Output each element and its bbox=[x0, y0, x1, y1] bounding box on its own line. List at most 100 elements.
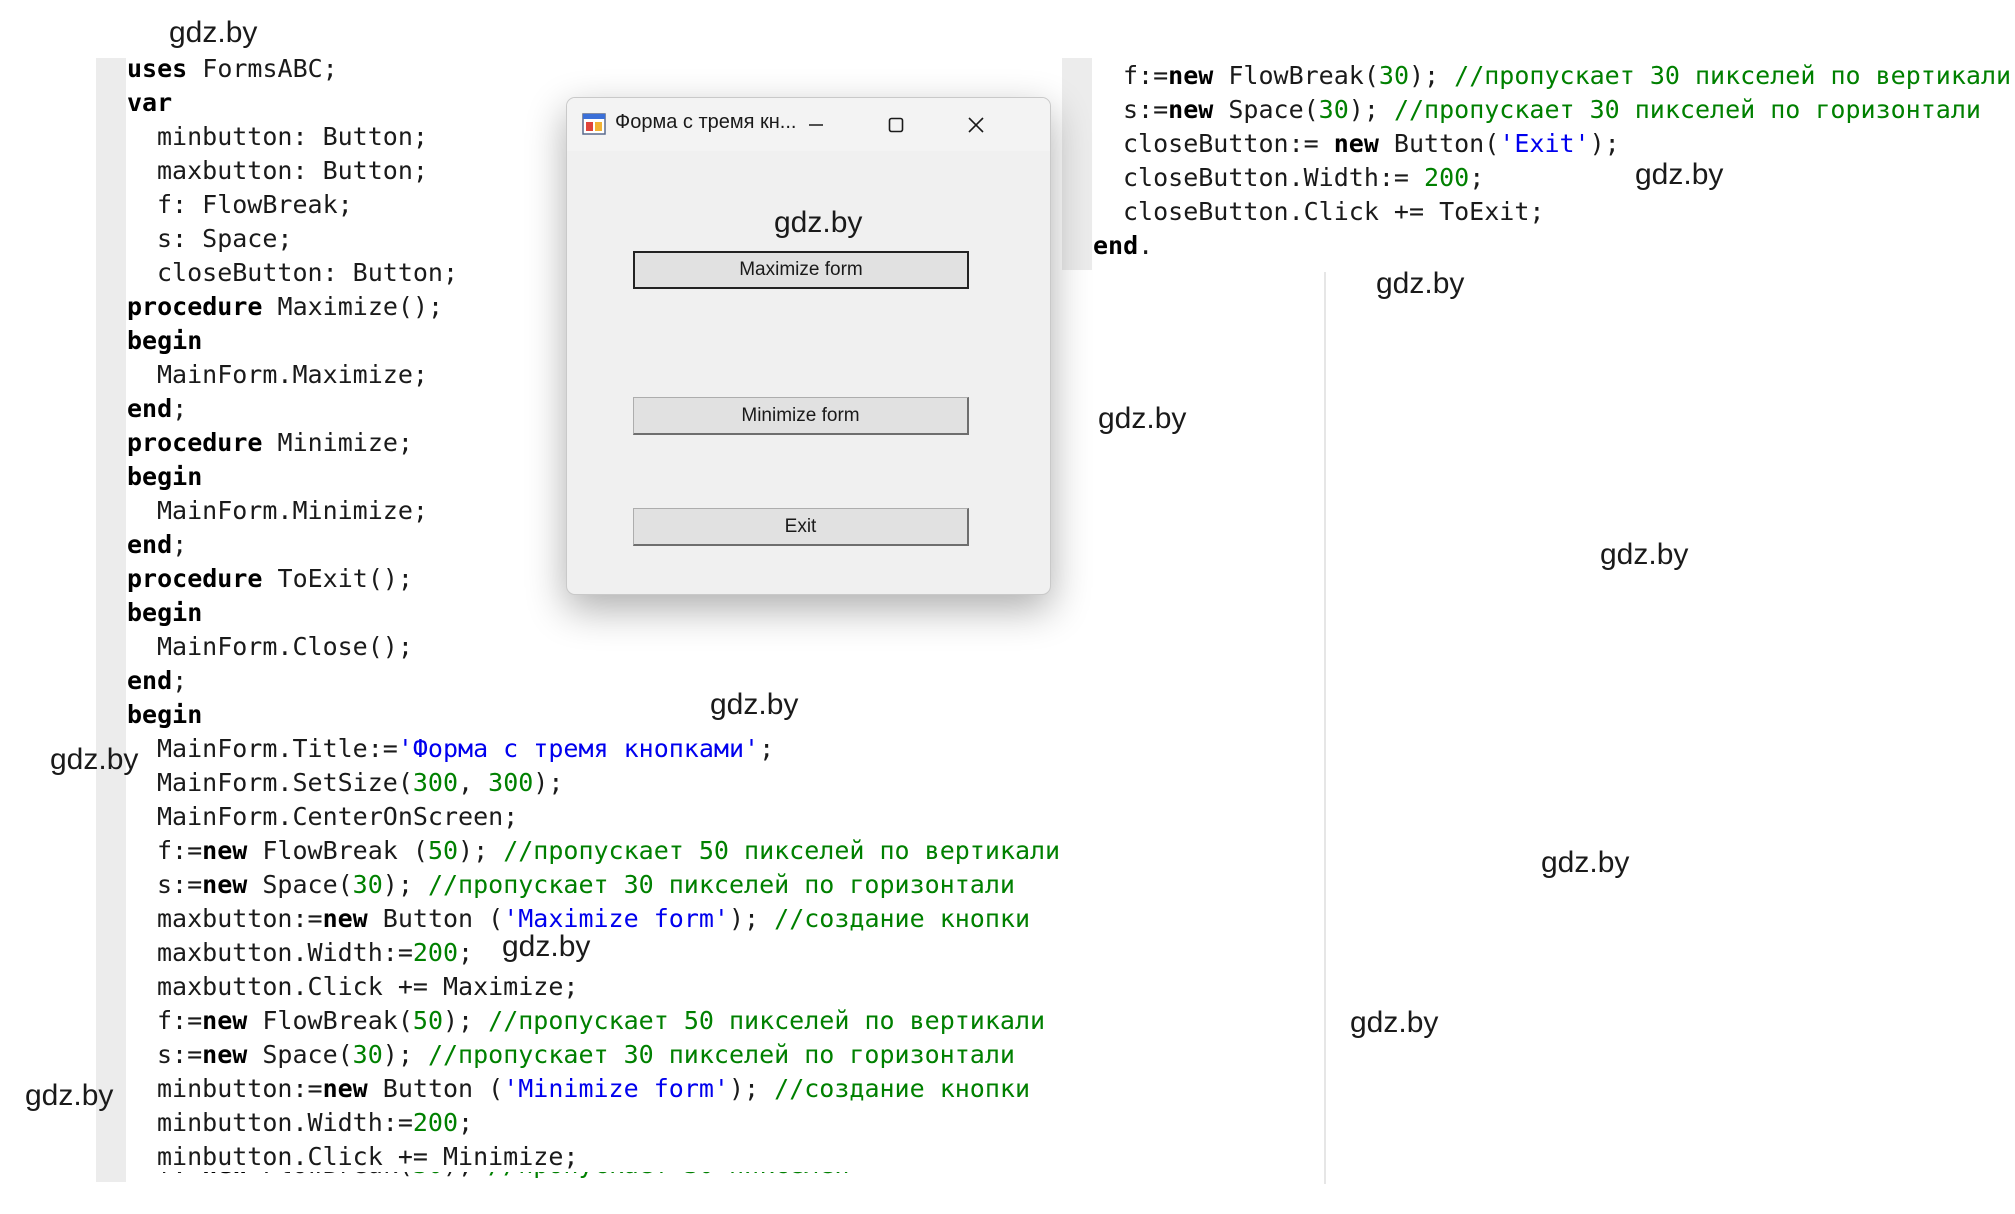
code-line: s:=new Space(30); //пропускает 30 пиксел… bbox=[127, 868, 1060, 902]
code-token: FlowBreak ( bbox=[247, 836, 428, 865]
code-token: new bbox=[202, 870, 248, 899]
code-token: s:= bbox=[157, 870, 203, 899]
code-token: new bbox=[1168, 95, 1214, 124]
code-token: Minimize; bbox=[262, 428, 413, 457]
code-token: ); bbox=[382, 870, 428, 899]
maximize-icon bbox=[888, 117, 904, 132]
code-token: closeButton.Width:= bbox=[1123, 163, 1425, 192]
minimize-window-button[interactable] bbox=[776, 98, 856, 151]
code-token: minbutton: Button; bbox=[157, 122, 428, 151]
code-token: 30 bbox=[413, 1172, 443, 1179]
code-token: //пропускает 50 пикселей по вертикали bbox=[488, 1006, 1046, 1035]
code-line: MainForm.Close(); bbox=[127, 630, 1060, 664]
code-token: minbutton.Click += Minimize; bbox=[157, 1142, 579, 1171]
code-token: end bbox=[1093, 231, 1139, 260]
code-token: ; bbox=[458, 938, 474, 967]
code-gutter-right bbox=[1062, 58, 1092, 270]
code-line: minbutton:=new Button ('Minimize form');… bbox=[127, 1072, 1060, 1106]
code-token: MainForm.CenterOnScreen; bbox=[157, 802, 519, 831]
code-token: new bbox=[202, 1172, 247, 1179]
code-token: 200 bbox=[412, 938, 459, 967]
code-token: 30 bbox=[352, 1040, 383, 1069]
code-token: begin bbox=[127, 700, 203, 729]
watermark: gdz.by bbox=[1600, 538, 1689, 571]
code-token: 'Форма с тремя кнопками' bbox=[397, 734, 760, 763]
minimize-form-button[interactable]: Minimize form bbox=[633, 397, 969, 435]
code-token: 50 bbox=[427, 836, 459, 865]
form-window: Форма с тремя кн... Maximize form Minimi… bbox=[566, 97, 1051, 595]
code-token: ); bbox=[443, 1172, 488, 1179]
code-token: var bbox=[127, 88, 173, 117]
code-line: end; bbox=[127, 664, 1060, 698]
code-token: 'Maximize form' bbox=[503, 904, 729, 933]
code-token: minbutton:= bbox=[157, 1074, 323, 1103]
code-token: new bbox=[202, 836, 248, 865]
code-line: begin bbox=[127, 596, 1060, 630]
code-line: uses FormsABC; bbox=[127, 52, 1060, 86]
code-token: ); bbox=[728, 904, 775, 933]
watermark: gdz.by bbox=[50, 743, 139, 776]
code-token: MainForm.SetSize( bbox=[157, 768, 413, 797]
maximize-form-button[interactable]: Maximize form bbox=[633, 251, 969, 289]
code-token: Button ( bbox=[367, 1074, 504, 1103]
watermark: gdz.by bbox=[502, 930, 591, 963]
code-token: maxbutton.Width:= bbox=[157, 938, 413, 967]
code-cutoff-line: f:=new FlowBreak(30); //пропускает 30 пи… bbox=[127, 1172, 857, 1184]
code-gutter-left bbox=[96, 58, 126, 1182]
code-token: closeButton: Button; bbox=[157, 258, 459, 287]
code-token: FlowBreak( bbox=[247, 1172, 413, 1179]
code-line: minbutton.Width:=200; bbox=[127, 1106, 1060, 1140]
code-token: ; bbox=[458, 1108, 474, 1137]
code-token: 30 bbox=[352, 870, 383, 899]
code-token: ; bbox=[172, 666, 188, 695]
code-token: MainForm.Maximize; bbox=[157, 360, 428, 389]
code-token: end bbox=[127, 394, 173, 423]
code-line: MainForm.CenterOnScreen; bbox=[127, 800, 1060, 834]
code-line: closeButton.Width:= 200; bbox=[1093, 161, 2011, 195]
code-token: MainForm.Close(); bbox=[157, 632, 413, 661]
code-listing-cutoff: f:=new FlowBreak(30); //пропускает 30 пи… bbox=[127, 1172, 857, 1182]
code-token: ); bbox=[382, 1040, 428, 1069]
code-token: . bbox=[1138, 231, 1154, 260]
code-token: new bbox=[202, 1040, 248, 1069]
code-token: //пропускает 30 пикселей по вертикали bbox=[1454, 61, 2012, 90]
maximize-window-button[interactable] bbox=[856, 98, 936, 151]
code-token: //пропускает 30 пикселей по горизонтали bbox=[427, 870, 1015, 899]
window-titlebar[interactable]: Форма с тремя кн... bbox=[567, 98, 1050, 151]
code-token: begin bbox=[127, 598, 203, 627]
code-line: maxbutton.Click += Maximize; bbox=[127, 970, 1060, 1004]
code-token: f:= bbox=[157, 836, 203, 865]
close-window-button[interactable] bbox=[936, 98, 1016, 151]
code-token: f:= bbox=[1123, 61, 1169, 90]
code-token: //создание кнопки bbox=[774, 904, 1031, 933]
code-token: ); bbox=[1409, 61, 1455, 90]
exit-button[interactable]: Exit bbox=[633, 508, 969, 546]
close-icon bbox=[968, 116, 984, 133]
watermark: gdz.by bbox=[774, 206, 863, 239]
code-token: minbutton.Width:= bbox=[157, 1108, 413, 1137]
code-token: MainForm.Title:= bbox=[157, 734, 398, 763]
code-token: ; bbox=[172, 530, 188, 559]
code-token: end bbox=[127, 530, 173, 559]
code-token: ToExit(); bbox=[262, 564, 413, 593]
code-listing-right: f:=new FlowBreak(30); //пропускает 30 пи… bbox=[1093, 59, 2011, 263]
code-token: begin bbox=[127, 326, 203, 355]
code-line: MainForm.Title:='Форма с тремя кнопками'… bbox=[127, 732, 1060, 766]
code-token: ); bbox=[728, 1074, 775, 1103]
code-token: FormsABC; bbox=[187, 54, 338, 83]
code-token: ; bbox=[1469, 163, 1485, 192]
code-line: s:=new Space(30); //пропускает 30 пиксел… bbox=[1093, 93, 2011, 127]
code-token: ); bbox=[1348, 95, 1394, 124]
code-token: Space( bbox=[247, 870, 353, 899]
code-token: Button ( bbox=[367, 904, 504, 933]
code-token: //пропускает 30 пикселей по горизонтали bbox=[427, 1040, 1015, 1069]
code-line: maxbutton.Width:=200; bbox=[127, 936, 1060, 970]
code-token: new bbox=[202, 1006, 248, 1035]
watermark: gdz.by bbox=[1376, 267, 1465, 300]
watermark: gdz.by bbox=[710, 688, 799, 721]
code-token: f:= bbox=[157, 1006, 203, 1035]
code-token: Button( bbox=[1378, 129, 1500, 158]
code-token: s:= bbox=[157, 1040, 203, 1069]
code-token: procedure bbox=[127, 292, 263, 321]
code-token: 200 bbox=[1424, 163, 1470, 192]
